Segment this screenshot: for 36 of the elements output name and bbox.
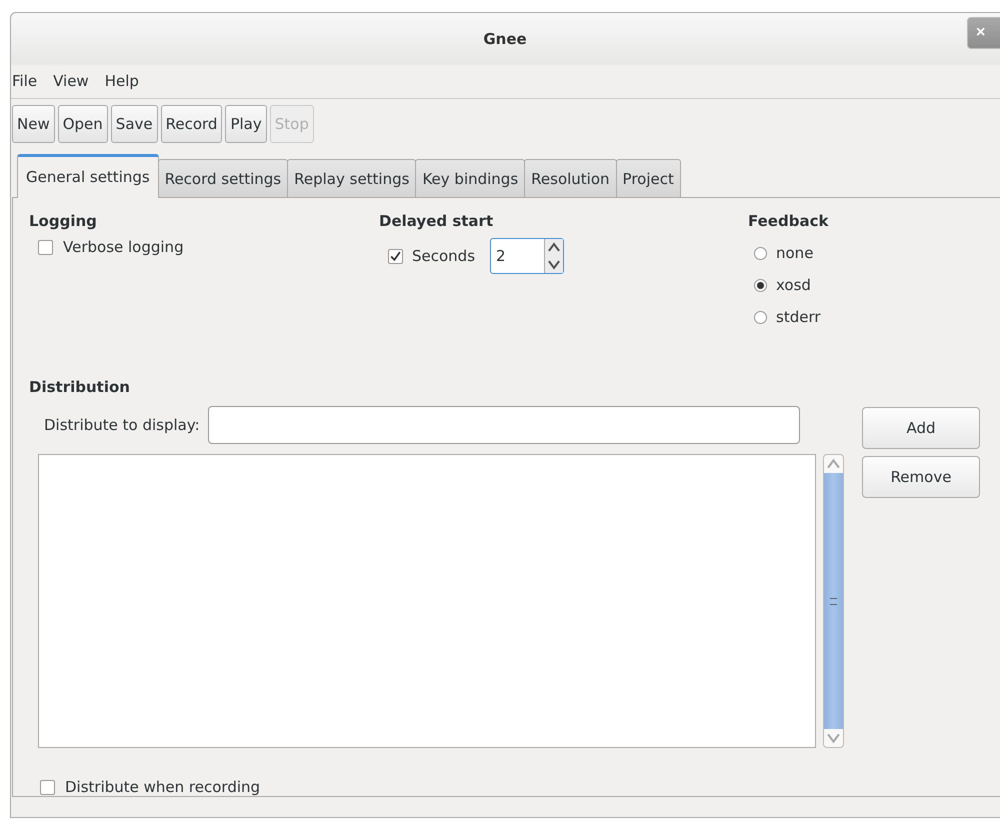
menu-item[interactable]: Help: [104, 72, 139, 90]
checkbox-label: Seconds: [412, 247, 476, 265]
section-heading: Distribution: [29, 378, 130, 396]
action-button[interactable]: Remove: [862, 456, 980, 498]
tab[interactable]: Replay settings: [287, 159, 416, 197]
toolbar-button[interactable]: Open: [58, 105, 108, 143]
tab[interactable]: Resolution: [524, 159, 617, 197]
checkbox[interactable]: [388, 248, 403, 264]
section-heading: Delayed start: [379, 212, 494, 230]
menu-item[interactable]: View: [53, 72, 89, 90]
radio-label: none: [776, 244, 814, 262]
radio-label: xosd: [776, 276, 811, 294]
checkbox-label: Verbose logging: [63, 238, 184, 256]
window-title: Gnee: [483, 30, 528, 48]
tab[interactable]: Record settings: [158, 159, 288, 197]
spin-field[interactable]: 2: [490, 238, 564, 274]
section-heading: Logging: [29, 212, 97, 230]
checkbox-label: Distribute when recording: [65, 778, 260, 796]
action-button[interactable]: Add: [862, 407, 980, 449]
menu-item[interactable]: File: [12, 72, 38, 90]
radio-button[interactable]: [754, 310, 767, 324]
checkbox[interactable]: [38, 240, 53, 254]
radio-button[interactable]: [754, 278, 767, 292]
checkbox[interactable]: [40, 780, 55, 794]
toolbar-button[interactable]: Record: [160, 105, 222, 143]
toolbar-button[interactable]: New: [12, 105, 55, 143]
tab[interactable]: General settings: [17, 154, 159, 198]
toolbar-button[interactable]: Save: [110, 105, 158, 143]
input-field[interactable]: [208, 406, 800, 444]
radio-label: stderr: [776, 308, 821, 326]
tab[interactable]: Project: [616, 159, 681, 197]
toolbar-button[interactable]: Play: [225, 105, 267, 143]
section-heading: Feedback: [748, 212, 828, 230]
field-label: Distribute to display:: [44, 416, 200, 434]
tab[interactable]: Key bindings: [415, 159, 526, 197]
radio-button[interactable]: [754, 246, 767, 260]
